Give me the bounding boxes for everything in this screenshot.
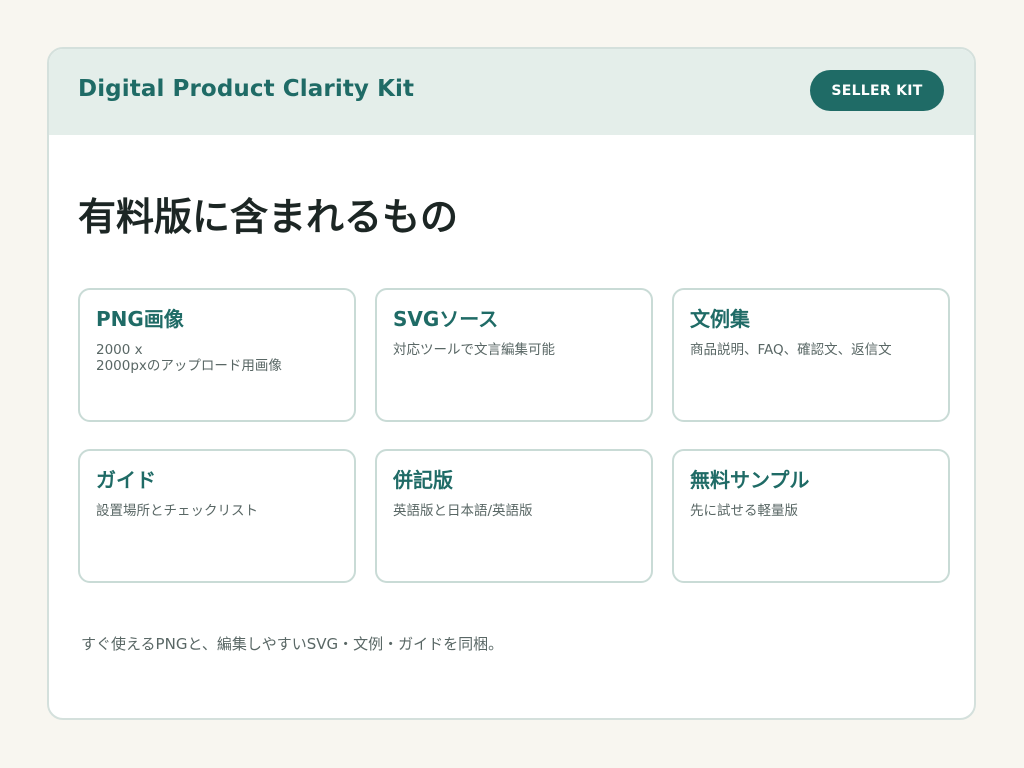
main-card: Digital Product Clarity Kit SELLER KIT 有… [47,47,976,720]
brand-title: Digital Product Clarity Kit [78,76,415,102]
page-title: 有料版に含まれるもの [78,195,459,239]
feature-title: 文例集 [690,307,750,331]
feature-card-copy-examples: 文例集 商品説明、FAQ、確認文、返信文 [672,288,950,422]
feature-title: SVGソース [393,307,499,331]
feature-title: 併記版 [393,468,453,492]
feature-description: 商品説明、FAQ、確認文、返信文 [690,342,892,358]
feature-description: 2000 x 2000pxのアップロード用画像 [96,342,282,374]
feature-card-svg: SVGソース 対応ツールで文言編集可能 [375,288,653,422]
feature-card-free-sample: 無料サンプル 先に試せる軽量版 [672,449,950,583]
feature-card-png: PNG画像 2000 x 2000pxのアップロード用画像 [78,288,356,422]
feature-description: 英語版と日本語/英語版 [393,503,533,519]
feature-description: 対応ツールで文言編集可能 [393,342,555,358]
feature-description: 設置場所とチェックリスト [96,503,258,519]
seller-kit-button[interactable]: SELLER KIT [810,70,944,111]
header-bar: Digital Product Clarity Kit SELLER KIT [49,49,974,135]
feature-grid: PNG画像 2000 x 2000pxのアップロード用画像 SVGソース 対応ツ… [78,288,950,583]
feature-title: ガイド [96,468,156,492]
feature-card-guide: ガイド 設置場所とチェックリスト [78,449,356,583]
feature-title: 無料サンプル [690,468,810,492]
feature-card-bilingual: 併記版 英語版と日本語/英語版 [375,449,653,583]
feature-description: 先に試せる軽量版 [690,503,798,519]
feature-title: PNG画像 [96,307,184,331]
footer-note: すぐ使えるPNGと、編集しやすいSVG・文例・ガイドを同梱。 [81,635,504,653]
